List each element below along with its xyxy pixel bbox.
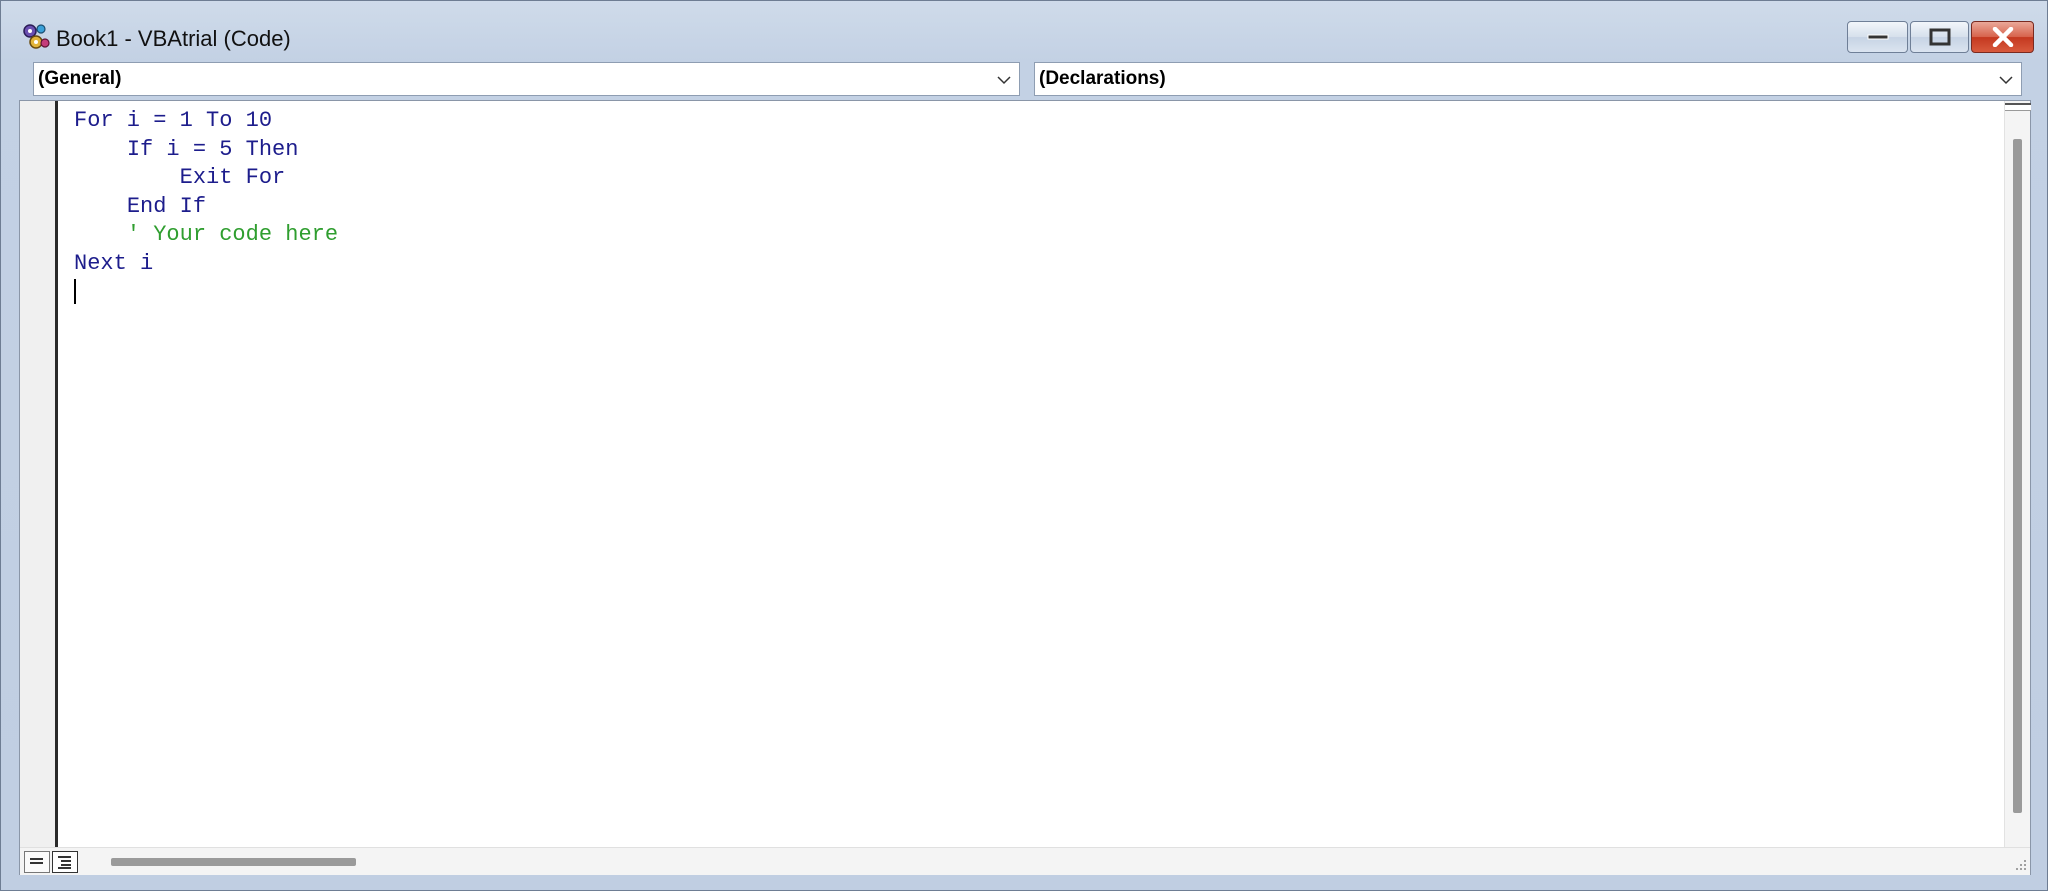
horizontal-scroll-thumb[interactable] xyxy=(111,858,356,866)
text-caret xyxy=(74,278,76,304)
close-button[interactable] xyxy=(1971,21,2034,53)
procedure-view-icon xyxy=(30,858,43,864)
minimize-icon xyxy=(1867,34,1888,40)
maximize-icon xyxy=(1929,28,1950,46)
code-pane: For i = 1 To 10 If i = 5 Then Exit For E… xyxy=(19,100,2031,875)
vba-code-window: Book1 - VBAtrial (Code) (General) (Decla… xyxy=(0,0,2048,891)
close-icon xyxy=(1992,27,2013,47)
procedure-combo-value: (Declarations) xyxy=(1039,68,1166,89)
code-keyword: Exit For xyxy=(179,165,286,191)
code-editor[interactable]: For i = 1 To 10 If i = 5 Then Exit For E… xyxy=(60,101,2020,847)
code-text-token: i = 1 xyxy=(113,108,207,133)
code-keyword: For xyxy=(74,108,114,133)
maximize-button[interactable] xyxy=(1910,21,1969,53)
code-text[interactable]: For i = 1 To 10 If i = 5 Then Exit For E… xyxy=(74,107,338,308)
object-combo-value: (General) xyxy=(38,68,122,89)
procedure-view-button[interactable] xyxy=(24,851,50,873)
full-module-view-icon xyxy=(58,856,71,869)
code-line[interactable]: For i = 1 To 10 xyxy=(74,107,338,136)
object-combo[interactable]: (General) xyxy=(33,62,1020,96)
window-title: Book1 - VBAtrial (Code) xyxy=(56,26,291,51)
code-text-token: i = 5 xyxy=(153,136,246,162)
resize-grip-icon[interactable] xyxy=(2012,856,2028,872)
code-keyword: Next xyxy=(74,250,127,276)
code-keyword: End If xyxy=(126,193,207,219)
code-keyword: If xyxy=(126,136,154,162)
code-keyword: To xyxy=(206,108,233,133)
minimize-button[interactable] xyxy=(1847,21,1908,53)
code-line[interactable]: End If xyxy=(74,193,338,222)
code-line[interactable]: If i = 5 Then xyxy=(74,136,338,165)
vertical-scroll-thumb[interactable] xyxy=(2013,139,2022,813)
margin-indicator-bar[interactable] xyxy=(20,101,58,847)
title-bar[interactable]: Book1 - VBAtrial (Code) xyxy=(1,1,2047,57)
code-line[interactable]: ' Your code here xyxy=(74,221,338,250)
code-comment: ' Your code here xyxy=(126,222,339,248)
chevron-down-icon[interactable] xyxy=(1997,71,2015,89)
code-line[interactable]: Next i xyxy=(74,250,338,279)
procedure-combo[interactable]: (Declarations) xyxy=(1034,62,2022,96)
code-line[interactable] xyxy=(74,278,338,309)
code-text-token: i xyxy=(126,250,154,276)
split-bar[interactable] xyxy=(2005,103,2031,111)
vertical-scrollbar[interactable] xyxy=(2004,101,2031,847)
chevron-down-icon[interactable] xyxy=(995,71,1013,89)
bottom-bar xyxy=(20,847,2030,875)
full-module-view-button[interactable] xyxy=(52,851,78,873)
code-line[interactable]: Exit For xyxy=(74,164,338,193)
vba-project-icon xyxy=(23,24,50,49)
code-keyword: Then xyxy=(245,136,299,162)
code-text-token: 10 xyxy=(232,108,273,133)
